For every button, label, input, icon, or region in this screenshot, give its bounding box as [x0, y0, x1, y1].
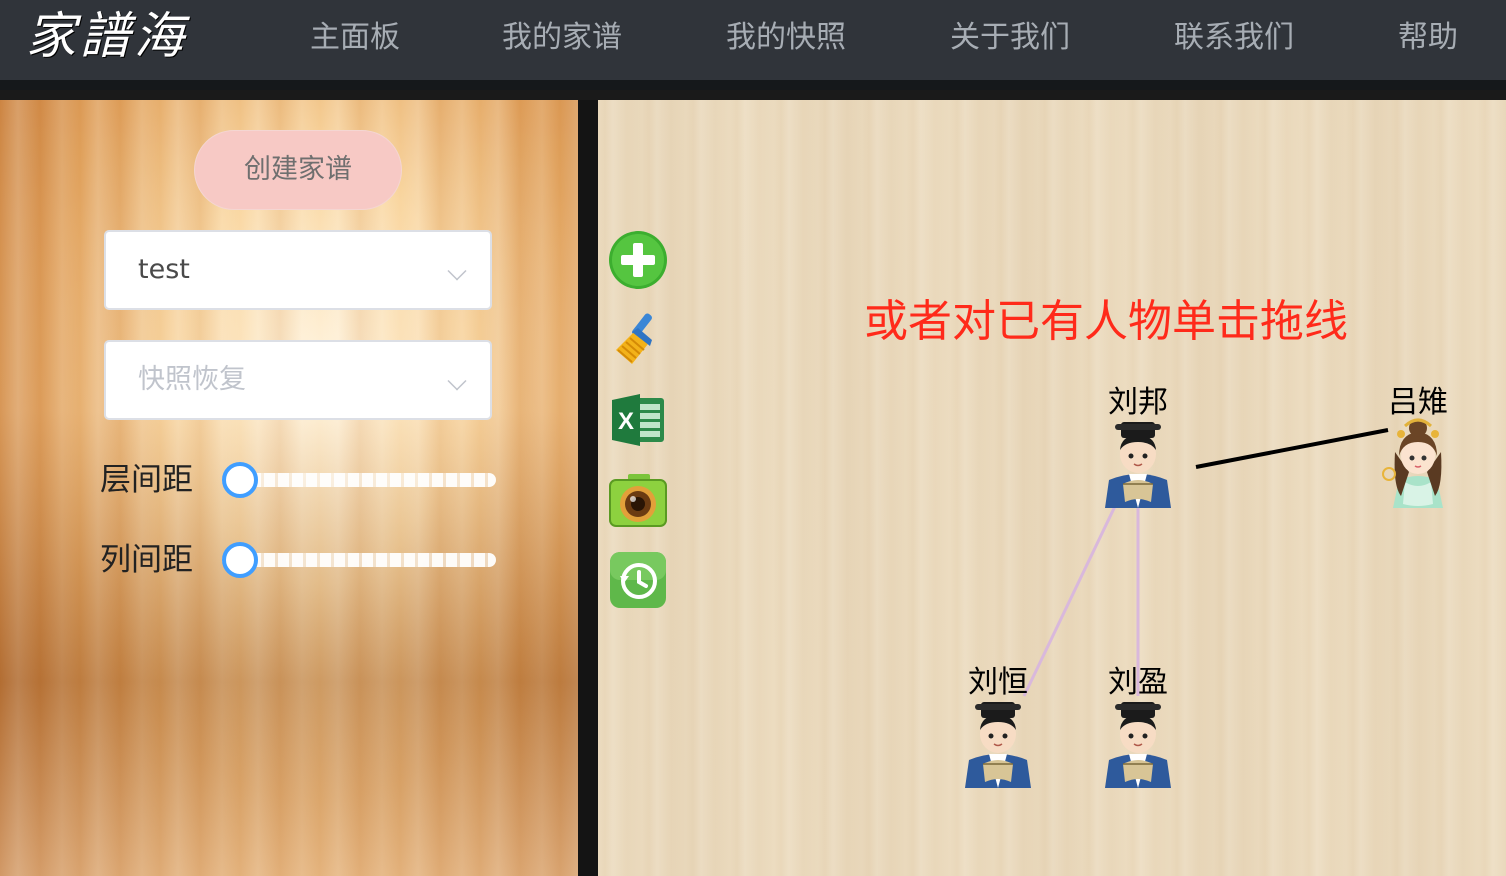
nav-item-my-snapshots[interactable]: 我的快照: [726, 0, 846, 80]
male-avatar-icon: [1105, 702, 1171, 788]
nav-item-my-family-trees[interactable]: 我的家谱: [502, 0, 622, 80]
nav-item-dashboard[interactable]: 主面板: [310, 0, 400, 80]
female-avatar-icon: [1382, 418, 1443, 508]
site-logo[interactable]: 家譜海: [26, 6, 188, 66]
family-tree-select[interactable]: test: [104, 230, 492, 310]
family-tree-select-value: test: [138, 254, 190, 285]
chevron-down-icon: [447, 371, 467, 391]
control-panel: 创建家谱 test 快照恢复 层间距 列间距: [0, 100, 578, 876]
top-navbar: 家譜海 主面板 我的家谱 我的快照 关于我们 联系我们 帮助: [0, 0, 1506, 90]
panel-divider: [578, 100, 598, 876]
male-avatar-icon: [1105, 422, 1171, 508]
family-tree-canvas[interactable]: X 或者对已有人物单击拖线 刘邦 吕雉 刘恒 刘盈: [598, 100, 1506, 876]
chevron-down-icon: [447, 261, 467, 281]
nav-item-contact-us[interactable]: 联系我们: [1174, 0, 1294, 80]
column-spacing-slider-track[interactable]: [222, 553, 496, 567]
snapshot-restore-select[interactable]: 快照恢复: [104, 340, 492, 420]
relationship-edges: [1022, 428, 1389, 697]
snapshot-restore-placeholder: 快照恢复: [138, 364, 246, 395]
layer-spacing-slider-track[interactable]: [222, 473, 496, 487]
layer-spacing-slider-handle[interactable]: [222, 462, 258, 498]
nav-item-about-us[interactable]: 关于我们: [950, 0, 1070, 80]
column-spacing-label: 列间距: [100, 542, 193, 578]
spouse-edge: [1195, 428, 1389, 469]
create-family-tree-button[interactable]: 创建家谱: [194, 130, 402, 210]
nav-item-help[interactable]: 帮助: [1398, 0, 1458, 80]
layer-spacing-label: 层间距: [100, 462, 193, 498]
column-spacing-slider-handle[interactable]: [222, 542, 258, 578]
male-avatar-icon: [965, 702, 1031, 788]
